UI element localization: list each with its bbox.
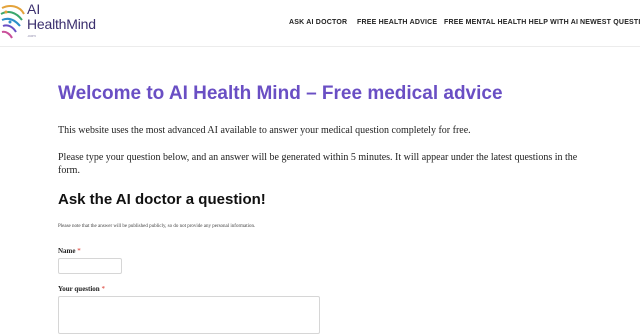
required-asterisk: * (77, 247, 81, 255)
question-label: Your question * (58, 285, 105, 294)
nav-item-ask-ai-doctor[interactable]: ASK AI DOCTOR (289, 17, 347, 29)
question-textarea[interactable] (58, 296, 320, 334)
name-input[interactable] (58, 258, 122, 274)
nav-item-free-health-advice[interactable]: FREE HEALTH ADVICE (357, 17, 437, 29)
logo-tagline: .com (27, 33, 36, 38)
form-heading: Ask the AI doctor a question! (58, 191, 266, 208)
privacy-notice: Please note that the answer will be publ… (58, 224, 256, 229)
name-label-text: Name (58, 247, 76, 255)
nav-item-newest-questions[interactable]: NEWEST QUESTIONS (580, 17, 640, 29)
site-header: AI HealthMind .com ASK AI DOCTOR FREE HE… (0, 0, 640, 47)
nav-item-free-mental-health-help[interactable]: FREE MENTAL HEALTH HELP WITH AI (444, 17, 578, 29)
main-nav: ASK AI DOCTOR FREE HEALTH ADVICE FREE ME… (0, 17, 640, 29)
instructions-paragraph: Please type your question below, and an … (58, 152, 578, 176)
intro-paragraph: This website uses the most advanced AI a… (58, 125, 471, 136)
page-title: Welcome to AI Health Mind – Free medical… (58, 83, 503, 104)
required-asterisk: * (101, 285, 105, 293)
question-label-text: Your question (58, 285, 100, 293)
name-label: Name * (58, 247, 81, 256)
logo-text-ai[interactable]: AI (27, 2, 40, 16)
